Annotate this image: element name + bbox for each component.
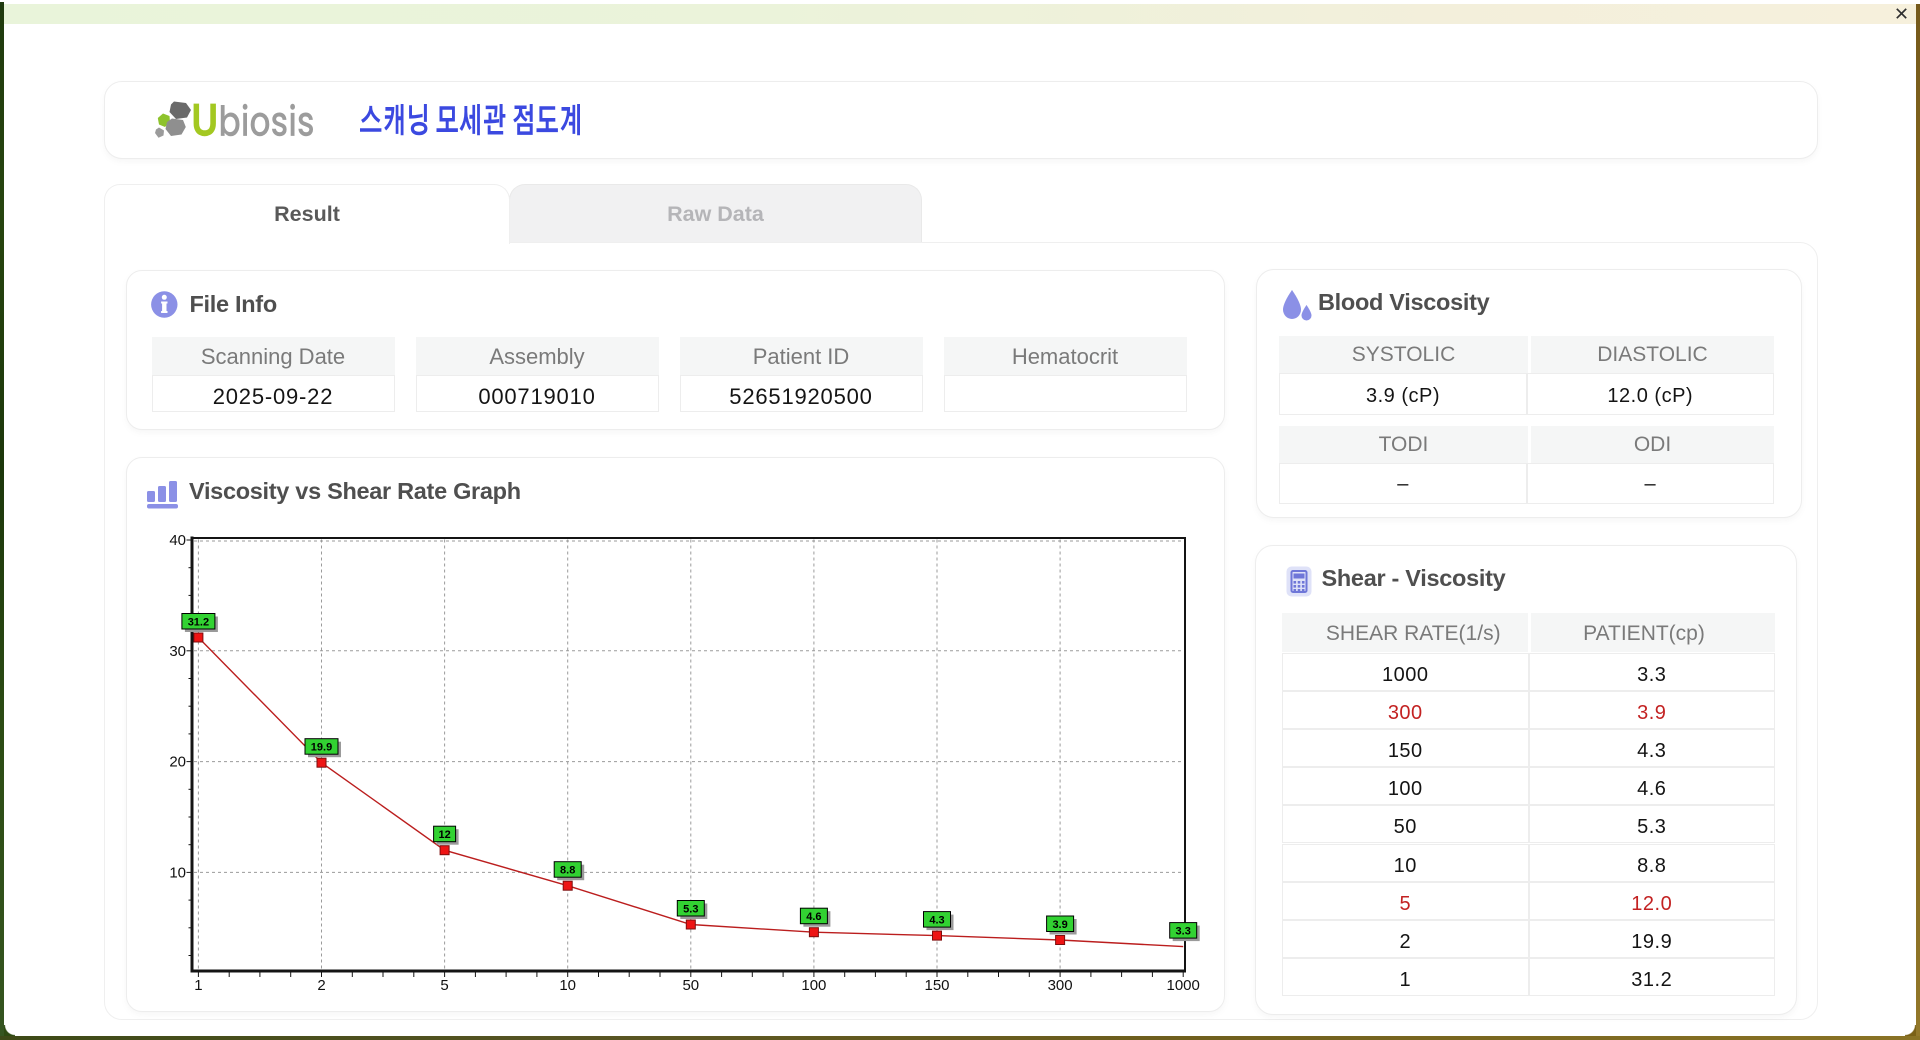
svg-text:8.8: 8.8 [560,865,575,877]
svg-text:12: 12 [438,829,450,841]
svg-text:20: 20 [169,754,186,771]
svg-text:4.3: 4.3 [929,915,944,927]
svg-text:5: 5 [440,977,448,994]
svg-text:300: 300 [1048,977,1073,994]
svg-text:3.3: 3.3 [1176,926,1191,938]
svg-text:5.3: 5.3 [683,904,698,916]
svg-text:10: 10 [559,977,576,994]
svg-text:2: 2 [317,977,325,994]
svg-text:19.9: 19.9 [311,742,332,754]
svg-text:30: 30 [169,643,186,660]
svg-text:50: 50 [682,977,699,994]
svg-text:3.9: 3.9 [1052,919,1067,931]
svg-text:4.6: 4.6 [806,911,821,923]
svg-text:1000: 1000 [1167,977,1200,994]
svg-text:1: 1 [194,977,202,994]
svg-text:10: 10 [169,864,186,881]
svg-text:31.2: 31.2 [188,617,209,629]
svg-text:40: 40 [169,532,186,549]
svg-text:150: 150 [924,977,949,994]
svg-text:100: 100 [801,977,826,994]
